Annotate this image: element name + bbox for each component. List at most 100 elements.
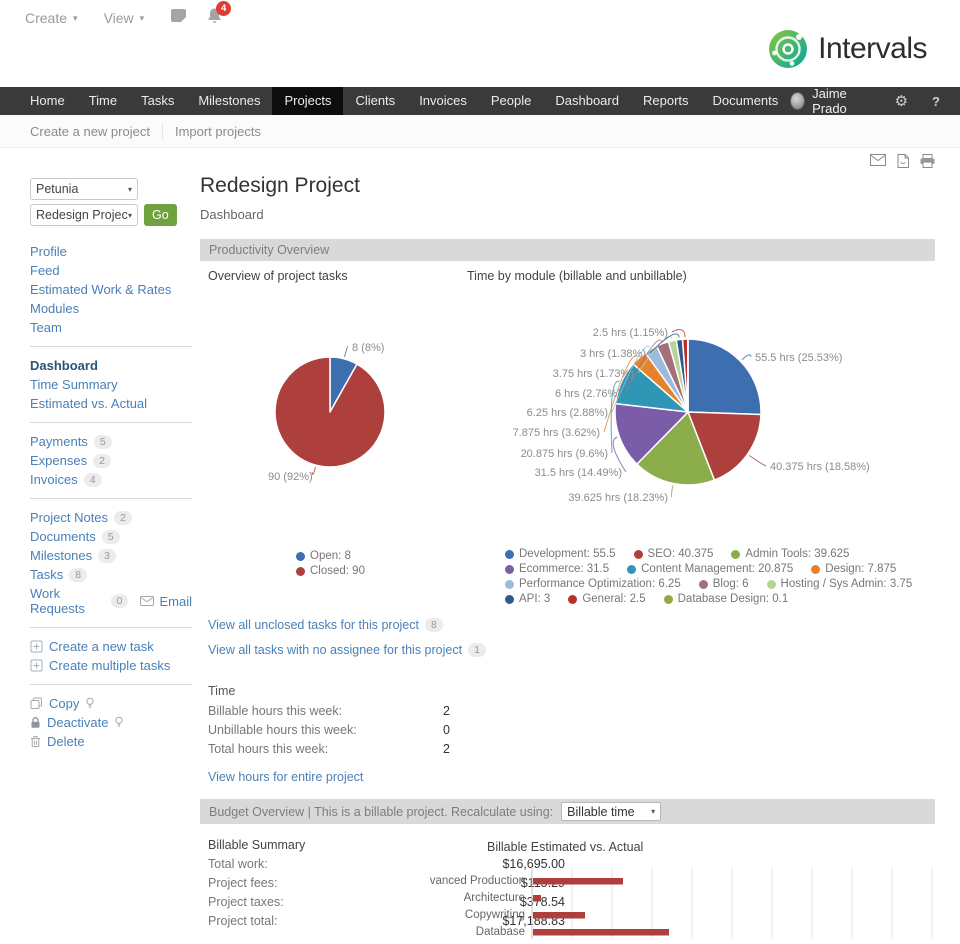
sidebar-item-estimated-work-rates: Estimated Work & Rates — [30, 282, 192, 297]
sidebar-link-delete[interactable]: Delete — [47, 734, 85, 749]
legend-label: API: 3 — [519, 593, 550, 605]
legend-item-content-management[interactable]: Content Management: 20.875 — [627, 563, 793, 575]
legend-item-api[interactable]: API: 3 — [505, 593, 550, 605]
sidebar-link-email[interactable]: Email — [159, 594, 192, 609]
nav-item-clients[interactable]: Clients — [343, 87, 407, 115]
print-icon[interactable] — [920, 154, 935, 168]
pie-slice-label: 8 (8%) — [352, 342, 384, 354]
nav-item-projects[interactable]: Projects — [272, 87, 343, 115]
legend-item-open[interactable]: Open: 8 — [296, 550, 351, 562]
sidebar-link-tasks[interactable]: Tasks — [30, 567, 63, 582]
bar-database[interactable] — [533, 929, 669, 936]
count-badge: 1 — [468, 643, 486, 657]
pie-slice-development[interactable] — [688, 339, 761, 414]
email-icon[interactable] — [870, 154, 886, 168]
sidebar-link-modules[interactable]: Modules — [30, 301, 79, 316]
pie-slice-label: 2.5 hrs (1.15%) — [593, 327, 668, 339]
user-name[interactable]: Jaime Prado — [812, 86, 871, 116]
sidebar-link-estimated-vs-actual[interactable]: Estimated vs. Actual — [30, 396, 147, 411]
sidebar-link-deactivate[interactable]: Deactivate — [47, 715, 108, 730]
legend-label: Database Design: 0.1 — [678, 593, 789, 605]
time-row-unbillable-hours-this-week: Unbillable hours this week:0 — [200, 723, 935, 742]
nav-item-reports[interactable]: Reports — [631, 87, 701, 115]
sidebar-link-copy[interactable]: Copy — [49, 696, 79, 711]
pie-slice-label: 40.375 hrs (18.58%) — [770, 461, 870, 473]
sidebar-link-feed[interactable]: Feed — [30, 263, 60, 278]
legend-item-database-design[interactable]: Database Design: 0.1 — [664, 593, 789, 605]
bar-category-label: Database — [476, 926, 525, 938]
notifications-bell-icon[interactable]: 4 — [206, 7, 223, 29]
sidebar-link-documents[interactable]: Documents — [30, 529, 96, 544]
legend-row: Development: 55.5 SEO: 40.375 Admin Tools:… — [505, 548, 945, 560]
nav-item-time[interactable]: Time — [77, 87, 129, 115]
project-select[interactable]: Redesign Project ▾ — [30, 204, 138, 226]
subnav-import-projects[interactable]: Import projects — [162, 124, 261, 139]
notes-icon[interactable] — [170, 8, 188, 29]
sidebar-link-dashboard[interactable]: Dashboard — [30, 358, 98, 373]
top-bar: Create ▾ View ▾ 4 Intervals — [0, 0, 960, 87]
legend-dot — [296, 552, 305, 561]
go-button[interactable]: Go — [144, 204, 177, 226]
sidebar-link-project-notes[interactable]: Project Notes — [30, 510, 108, 525]
sidebar-link-profile[interactable]: Profile — [30, 244, 67, 259]
legend-label: Design: 7.875 — [825, 563, 896, 575]
legend-label: Performance Optimization: 6.25 — [519, 578, 681, 590]
nav-item-documents[interactable]: Documents — [701, 87, 791, 115]
legend-item-general[interactable]: General: 2.5 — [568, 593, 645, 605]
view-menu[interactable]: View ▾ — [104, 10, 145, 26]
legend-dot — [731, 550, 740, 559]
legend-item-development[interactable]: Development: 55.5 — [505, 548, 616, 560]
sidebar-link-expenses[interactable]: Expenses — [30, 453, 87, 468]
pie-slice-closed[interactable] — [275, 357, 385, 467]
sidebar-link-estimated-work-rates[interactable]: Estimated Work & Rates — [30, 282, 171, 297]
main-content: Redesign Project Dashboard Productivity … — [200, 148, 935, 933]
bar-architecture[interactable] — [533, 895, 541, 902]
legend-item-blog[interactable]: Blog: 6 — [699, 578, 749, 590]
sidebar-item-time-summary: Time Summary — [30, 377, 192, 392]
bar-advanced-production[interactable] — [533, 878, 623, 885]
legend-item-ecommerce[interactable]: Ecommerce: 31.5 — [505, 563, 609, 575]
nav-item-invoices[interactable]: Invoices — [407, 87, 479, 115]
sidebar-link-team[interactable]: Team — [30, 320, 62, 335]
sidebar-item-deactivate: Deactivate — [30, 715, 192, 730]
budget-row-label: Project total: — [208, 914, 277, 928]
sidebar-link-create-multiple-tasks[interactable]: Create multiple tasks — [49, 658, 170, 673]
pie-leader-line — [671, 486, 672, 498]
pdf-export-icon[interactable] — [897, 154, 909, 168]
subnav-create-a-new-project[interactable]: Create a new project — [30, 124, 150, 139]
view-hours-link[interactable]: View hours for entire project — [208, 770, 363, 784]
legend-dot — [767, 580, 776, 589]
nav-item-home[interactable]: Home — [18, 87, 77, 115]
recalculate-select[interactable]: Billable time ▾ — [561, 802, 661, 821]
legend-item-performance-optimization[interactable]: Performance Optimization: 6.25 — [505, 578, 681, 590]
legend-item-closed[interactable]: Closed: 90 — [296, 565, 365, 577]
tasks-pie-legend: Open: 8 Closed: 90 — [296, 550, 383, 580]
link-view-all-tasks-with-no-assignee-for-this-project[interactable]: View all tasks with no assignee for this… — [208, 643, 462, 657]
sidebar-link-time-summary[interactable]: Time Summary — [30, 377, 118, 392]
legend-item-seo[interactable]: SEO: 40.375 — [634, 548, 714, 560]
nav-item-milestones[interactable]: Milestones — [186, 87, 272, 115]
client-select[interactable]: Petunia ▾ — [30, 178, 138, 200]
legend-item-design[interactable]: Design: 7.875 — [811, 563, 896, 575]
link-view-all-unclosed-tasks-for-this-project[interactable]: View all unclosed tasks for this project — [208, 618, 419, 632]
legend-item-admin-tools[interactable]: Admin Tools: 39.625 — [731, 548, 849, 560]
pie-slice-label: 39.625 hrs (18.23%) — [568, 492, 668, 504]
legend-item-hosting-sys-admin[interactable]: Hosting / Sys Admin: 3.75 — [767, 578, 913, 590]
sidebar-link-payments[interactable]: Payments — [30, 434, 88, 449]
sidebar-link-work-requests[interactable]: Work Requests — [30, 586, 105, 616]
nav-item-tasks[interactable]: Tasks — [129, 87, 186, 115]
notification-count-badge: 4 — [216, 1, 231, 16]
nav-item-people[interactable]: People — [479, 87, 543, 115]
user-avatar[interactable] — [790, 92, 805, 110]
settings-gear-icon[interactable]: ⚙ — [895, 92, 908, 110]
sidebar-link-invoices[interactable]: Invoices — [30, 472, 78, 487]
sidebar-link-create-a-new-task[interactable]: Create a new task — [49, 639, 154, 654]
legend-row: Performance Optimization: 6.25 Blog: 6 Hos… — [505, 578, 945, 590]
nav-item-dashboard[interactable]: Dashboard — [543, 87, 631, 115]
sidebar-link-milestones[interactable]: Milestones — [30, 548, 92, 563]
help-icon[interactable]: ? — [932, 94, 940, 109]
bar-copywriting[interactable] — [533, 912, 585, 919]
legend-row: Open: 8 — [296, 550, 383, 562]
create-menu[interactable]: Create ▾ — [25, 10, 78, 26]
sidebar-item-team: Team — [30, 320, 192, 335]
